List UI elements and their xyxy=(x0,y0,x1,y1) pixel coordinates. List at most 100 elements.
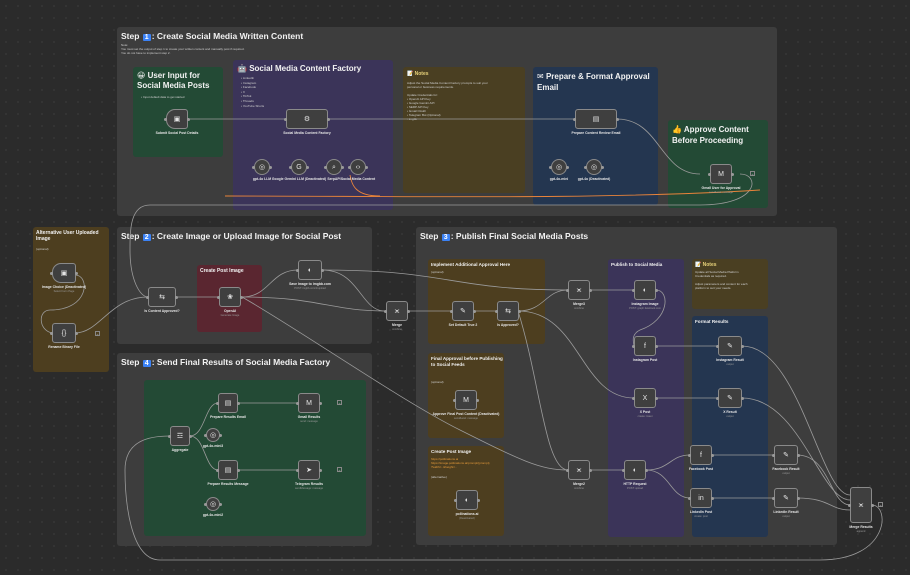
facebook-post-node[interactable]: f xyxy=(690,445,712,465)
instagram-image-node[interactable]: ◐ xyxy=(634,280,656,300)
input-port[interactable] xyxy=(296,401,299,405)
pollinations-node[interactable]: ◐ xyxy=(456,490,478,510)
telegram-results-node[interactable]: ➤ xyxy=(298,460,320,480)
input-port[interactable] xyxy=(217,295,220,299)
input-port[interactable] xyxy=(146,295,149,299)
input-port[interactable] xyxy=(324,165,327,169)
input-port[interactable] xyxy=(584,165,587,169)
output-port[interactable] xyxy=(175,295,178,299)
image-choice-node[interactable]: ▣ xyxy=(52,263,76,283)
submit-node[interactable]: ▣ xyxy=(166,109,188,129)
http-request-node[interactable]: ◐ xyxy=(624,460,646,480)
smc-node[interactable]: ‹› xyxy=(350,159,366,175)
output-port[interactable] xyxy=(473,309,476,313)
input-port[interactable] xyxy=(348,165,351,169)
input-port[interactable] xyxy=(566,468,569,472)
gpt-mini-node[interactable]: ◎ xyxy=(551,159,567,175)
input-port[interactable] xyxy=(296,268,299,272)
linkedin-post-node[interactable]: in xyxy=(690,488,712,508)
add-node-button[interactable]: + xyxy=(750,171,755,177)
prepare-results-message-node[interactable]: ▤ xyxy=(218,460,238,480)
output-port[interactable] xyxy=(589,288,592,292)
output-port[interactable] xyxy=(871,503,874,507)
instagram-result-node[interactable]: ✎ xyxy=(718,336,742,356)
output-port[interactable] xyxy=(319,468,322,472)
input-port[interactable] xyxy=(289,165,292,169)
input-port[interactable] xyxy=(566,288,569,292)
gpt-llm-node[interactable]: ◎ xyxy=(254,159,270,175)
x-result-node[interactable]: ✎ xyxy=(718,388,742,408)
output-port[interactable] xyxy=(269,165,272,169)
input-port[interactable] xyxy=(252,165,255,169)
output-port[interactable] xyxy=(616,117,619,121)
input-port[interactable] xyxy=(384,309,387,313)
input-port[interactable] xyxy=(453,398,456,402)
add-node-button[interactable]: + xyxy=(337,400,342,406)
save-imgbb-node[interactable]: ◐ xyxy=(298,260,322,280)
output-port[interactable] xyxy=(240,295,243,299)
is-approved-node[interactable]: ⇆ xyxy=(148,287,176,307)
input-port[interactable] xyxy=(454,498,457,502)
add-node-button[interactable]: + xyxy=(337,467,342,473)
output-port[interactable] xyxy=(589,468,592,472)
output-port[interactable] xyxy=(321,268,324,272)
openai-node[interactable]: ❀ xyxy=(219,287,241,307)
output-port[interactable] xyxy=(476,398,479,402)
input-port[interactable] xyxy=(632,344,635,348)
output-port[interactable] xyxy=(75,331,78,335)
merge-results-node[interactable]: ⪤ xyxy=(850,487,872,523)
x-post-node[interactable]: X xyxy=(634,388,656,408)
input-port[interactable] xyxy=(216,468,219,472)
output-port[interactable] xyxy=(237,401,240,405)
gpt-mini2-node[interactable]: ◎ xyxy=(206,497,220,511)
prepare-results-email-node[interactable]: ▤ xyxy=(218,393,238,413)
linkedin-result-node[interactable]: ✎ xyxy=(774,488,798,508)
input-port[interactable] xyxy=(716,344,719,348)
output-port[interactable] xyxy=(655,344,658,348)
gemini-node[interactable]: G xyxy=(291,159,307,175)
input-port[interactable] xyxy=(632,288,635,292)
gmail-results-node[interactable]: M xyxy=(298,393,320,413)
approve-final-node[interactable]: M xyxy=(455,390,477,410)
input-port[interactable] xyxy=(450,309,453,313)
output-port[interactable] xyxy=(741,344,744,348)
input-port[interactable] xyxy=(204,502,207,506)
input-port[interactable] xyxy=(772,496,775,500)
output-port[interactable] xyxy=(477,498,480,502)
gpt-mini3-node[interactable]: ◎ xyxy=(206,428,220,442)
input-port[interactable] xyxy=(716,396,719,400)
output-port[interactable] xyxy=(711,496,714,500)
output-port[interactable] xyxy=(797,496,800,500)
output-port[interactable] xyxy=(711,453,714,457)
input-port[interactable] xyxy=(296,468,299,472)
rename-binary-node[interactable]: {} xyxy=(52,323,76,343)
output-port[interactable] xyxy=(187,117,190,121)
input-port[interactable] xyxy=(495,309,498,313)
output-port[interactable] xyxy=(655,396,658,400)
set-default-node[interactable]: ✎ xyxy=(452,301,474,321)
output-port[interactable] xyxy=(731,172,734,176)
input-port[interactable] xyxy=(688,453,691,457)
input-port[interactable] xyxy=(204,433,207,437)
output-port[interactable] xyxy=(741,396,744,400)
factory-node[interactable]: ⚙ xyxy=(286,109,328,129)
input-port[interactable] xyxy=(573,117,576,121)
output-port[interactable] xyxy=(219,433,222,437)
input-port[interactable] xyxy=(708,172,711,176)
workflow-canvas[interactable]: Step 1: Create Social Media Written Cont… xyxy=(0,0,910,575)
output-port[interactable] xyxy=(306,165,309,169)
output-port[interactable] xyxy=(645,468,648,472)
output-port[interactable] xyxy=(189,434,192,438)
add-node-button[interactable]: + xyxy=(95,331,100,337)
serp-node[interactable]: ⌕ xyxy=(326,159,342,175)
input-port[interactable] xyxy=(50,331,53,335)
output-port[interactable] xyxy=(341,165,344,169)
prepare-email-node[interactable]: ▤ xyxy=(575,109,617,129)
merge3-node[interactable]: ⪤ xyxy=(568,280,590,300)
output-port[interactable] xyxy=(566,165,569,169)
output-port[interactable] xyxy=(655,288,658,292)
output-port[interactable] xyxy=(601,165,604,169)
merge2-node[interactable]: ⪤ xyxy=(568,460,590,480)
output-port[interactable] xyxy=(518,309,521,313)
input-port[interactable] xyxy=(632,396,635,400)
